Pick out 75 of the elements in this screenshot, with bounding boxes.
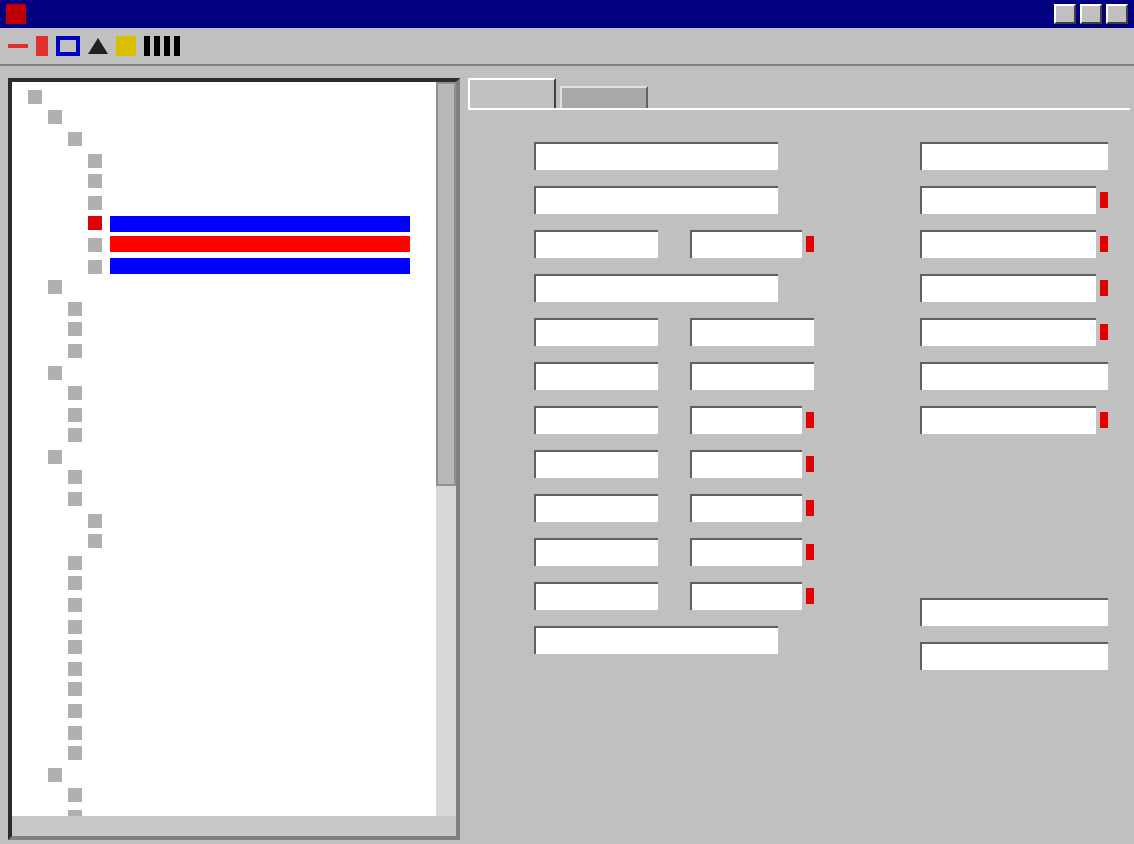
tab[interactable] <box>560 86 648 108</box>
input-field[interactable] <box>534 450 658 478</box>
input-field[interactable] <box>920 406 1096 434</box>
input-field[interactable] <box>920 186 1096 214</box>
input-field[interactable] <box>690 450 802 478</box>
input-field[interactable] <box>690 362 814 390</box>
node-icon <box>88 237 102 252</box>
node-icon <box>68 725 82 740</box>
input-field[interactable] <box>534 230 658 258</box>
input-field[interactable] <box>534 318 658 346</box>
close-button[interactable] <box>1106 4 1128 24</box>
input-field[interactable] <box>920 362 1108 390</box>
node-icon <box>68 576 82 591</box>
input-field[interactable] <box>534 494 658 522</box>
input-field[interactable] <box>534 142 778 170</box>
node-icon <box>68 640 82 655</box>
node-icon <box>68 407 82 422</box>
node-icon <box>68 470 82 485</box>
node-icon <box>48 449 62 464</box>
grid-icon[interactable] <box>144 36 180 56</box>
input-field[interactable] <box>534 406 658 434</box>
input-field[interactable] <box>920 598 1108 626</box>
node-icon <box>68 746 82 761</box>
node-icon <box>68 343 82 358</box>
node-icon <box>68 322 82 337</box>
input-field[interactable] <box>690 494 802 522</box>
input-field[interactable] <box>534 582 658 610</box>
node-icon <box>68 131 82 146</box>
input-field[interactable] <box>920 274 1096 302</box>
node-icon <box>48 365 62 380</box>
input-field[interactable] <box>690 538 802 566</box>
scrollbar[interactable] <box>12 816 456 836</box>
node-icon <box>88 153 102 168</box>
input-field[interactable] <box>920 642 1108 670</box>
input-field[interactable] <box>920 142 1108 170</box>
node-icon <box>68 661 82 676</box>
node-icon <box>68 598 82 613</box>
node-icon <box>68 301 82 316</box>
list-icon[interactable] <box>56 36 80 56</box>
input-field[interactable] <box>690 230 802 258</box>
input-field[interactable] <box>534 274 778 302</box>
node-icon <box>88 216 102 231</box>
node-icon <box>68 619 82 634</box>
tree-item[interactable] <box>110 236 410 253</box>
input-field[interactable] <box>534 186 778 214</box>
node-icon <box>48 110 62 125</box>
maximize-button[interactable] <box>1080 4 1102 24</box>
input-field[interactable] <box>690 582 802 610</box>
node-icon <box>68 682 82 697</box>
input-field[interactable] <box>534 538 658 566</box>
node-icon <box>68 788 82 803</box>
input-field[interactable] <box>534 362 658 390</box>
node-icon <box>68 492 82 507</box>
node-icon <box>88 513 102 528</box>
input-field[interactable] <box>534 626 778 654</box>
node-icon <box>68 704 82 719</box>
node-icon <box>88 259 102 274</box>
input-field[interactable] <box>690 406 802 434</box>
tree-item[interactable] <box>110 258 410 275</box>
tree-item[interactable] <box>110 215 410 232</box>
node-icon <box>88 534 102 549</box>
node-icon <box>48 767 62 782</box>
app-icon <box>6 4 26 24</box>
input-field[interactable] <box>920 230 1096 258</box>
node-icon <box>88 195 102 210</box>
node-icon <box>28 89 42 104</box>
minimize-button[interactable] <box>1054 4 1076 24</box>
node-icon <box>68 555 82 570</box>
node-icon <box>68 386 82 401</box>
scrollbar[interactable] <box>436 82 456 816</box>
node-icon <box>88 174 102 189</box>
input-field[interactable] <box>920 318 1096 346</box>
node-icon <box>68 428 82 443</box>
input-field[interactable] <box>690 318 814 346</box>
node-icon <box>48 280 62 295</box>
